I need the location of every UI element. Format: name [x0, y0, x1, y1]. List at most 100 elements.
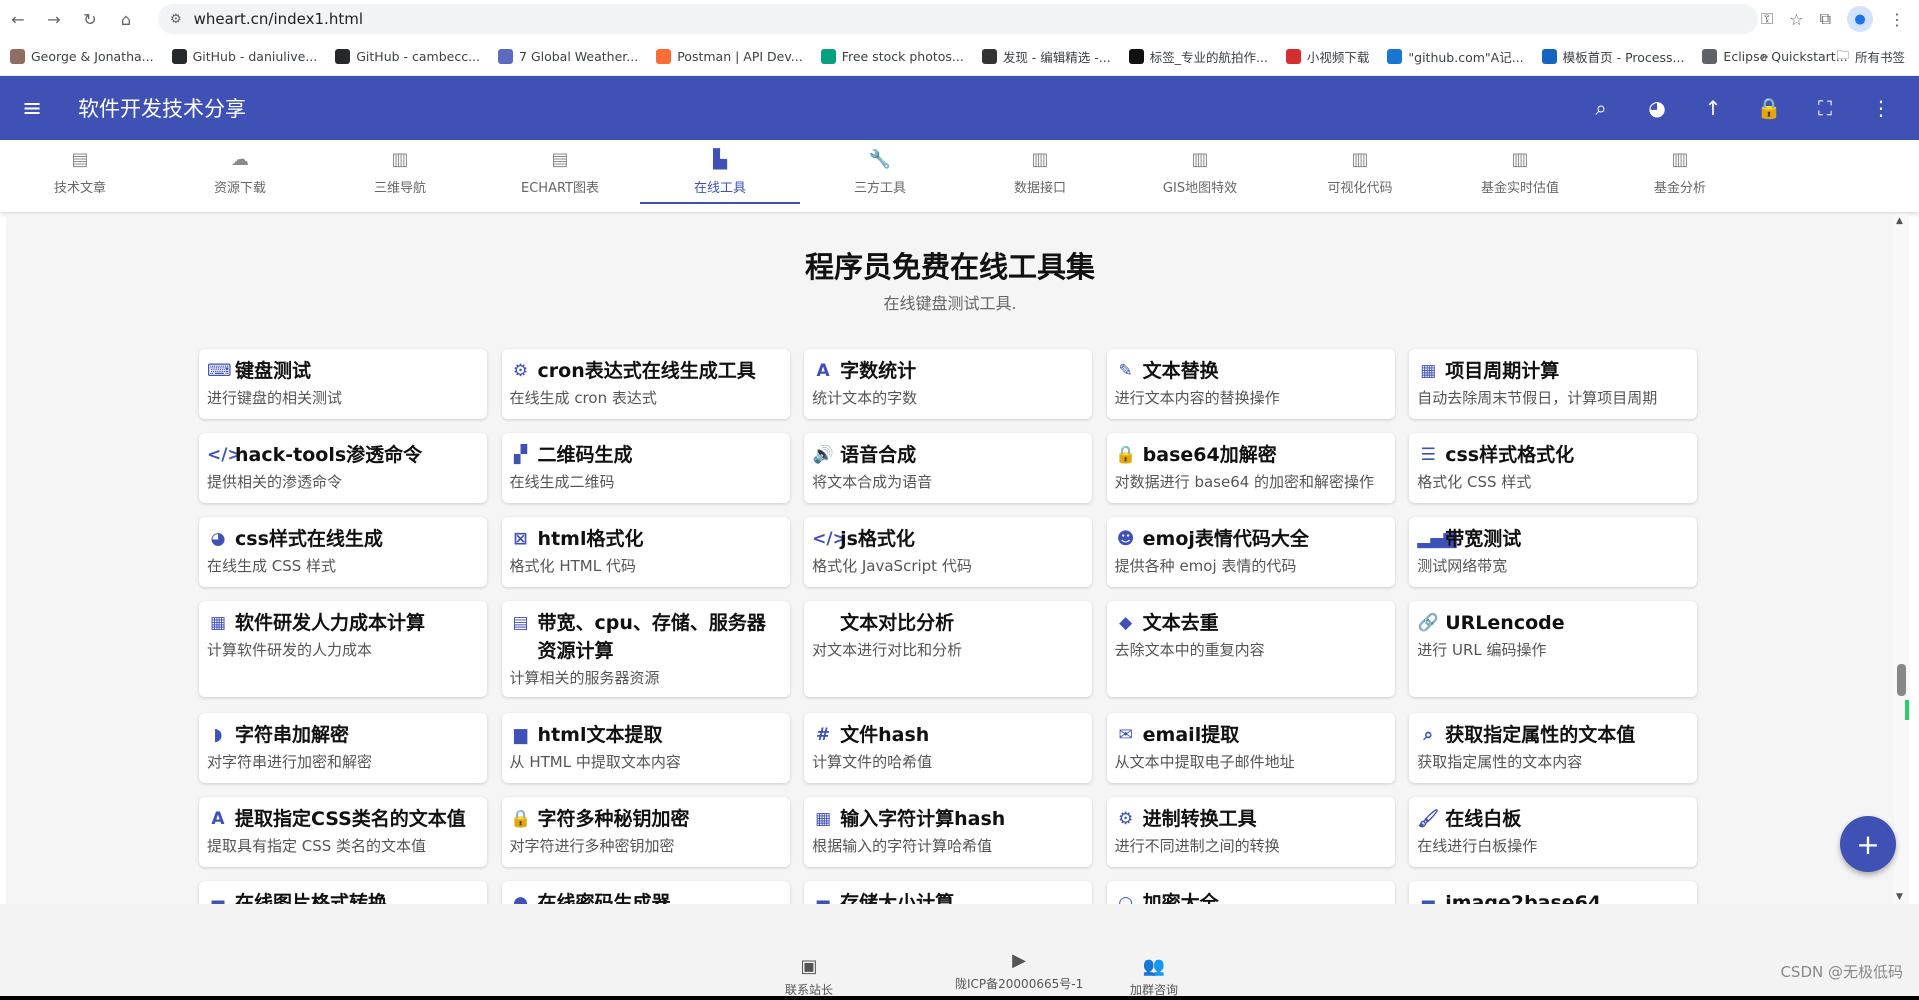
- tool-card[interactable]: 🔗 URLencode 进行 URL 编码操作: [1409, 601, 1698, 697]
- tool-card[interactable]: 🖌 在线白板 在线进行白板操作: [1409, 797, 1698, 867]
- tool-card[interactable]: # 文件hash 计算文件的哈希值: [804, 713, 1093, 783]
- tab-5[interactable]: ▙ 在线工具: [640, 140, 800, 204]
- reload-icon[interactable]: ↻: [72, 1, 108, 37]
- tab-8[interactable]: ▥ GIS地图特效: [1120, 140, 1280, 204]
- tool-card-title-text: 提取指定CSS类名的文本值: [235, 808, 466, 830]
- tool-card-title: ▂▄▆ 带宽测试: [1417, 525, 1689, 553]
- back-icon[interactable]: ←: [0, 1, 36, 37]
- password-key-icon[interactable]: ⚿: [1761, 9, 1773, 29]
- more-vert-icon[interactable]: ⋮: [1853, 96, 1909, 120]
- tab-6[interactable]: 🔧 三方工具: [800, 140, 960, 204]
- tool-card[interactable]: 🔒 base64加解密 对数据进行 base64 的加密和解密操作: [1106, 433, 1395, 503]
- link-icon: 🔗: [1417, 613, 1439, 633]
- add-fab-button[interactable]: +: [1840, 816, 1896, 872]
- tool-card[interactable]: ⚙ cron表达式在线生成工具 在线生成 cron 表达式: [501, 349, 790, 419]
- arrow-up-icon[interactable]: ↑: [1685, 96, 1741, 120]
- hamburger-menu-icon[interactable]: ≡: [0, 94, 64, 122]
- bookmark-item[interactable]: 7 Global Weather...: [498, 49, 638, 64]
- tab-4[interactable]: ▤ ECHART图表: [480, 140, 640, 204]
- tool-card-title-text: 带宽测试: [1445, 528, 1522, 550]
- footer-item[interactable]: ▣ 联系站长: [785, 956, 833, 998]
- scrollbar-thumb[interactable]: [1897, 664, 1906, 696]
- tool-card[interactable]: ◕ css样式在线生成 在线生成 CSS 样式: [199, 517, 487, 587]
- bookmark-item[interactable]: Postman | API Dev...: [656, 49, 803, 64]
- tool-card[interactable]: ▂▄▆ 带宽测试 测试网络带宽: [1409, 517, 1698, 587]
- lock-icon[interactable]: 🔒: [1741, 96, 1797, 120]
- url-text[interactable]: wheart.cn/index1.html: [194, 10, 363, 28]
- search-icon[interactable]: ⌕: [1573, 96, 1629, 120]
- tool-card[interactable]: A 字数统计 统计文本的字数: [804, 349, 1093, 419]
- tool-card[interactable]: ⌨ 键盘测试 进行键盘的相关测试: [199, 349, 487, 419]
- tool-card[interactable]: ▦ 输入字符计算hash 根据输入的字符计算哈希值: [804, 797, 1093, 867]
- tool-card[interactable]: ◆ 文本去重 去除文本中的重复内容: [1106, 601, 1395, 697]
- tool-card[interactable]: ▆ html文本提取从 HTML 中提取文本内容: [501, 713, 790, 783]
- tab-7[interactable]: ▥ 数据接口: [960, 140, 1120, 204]
- fullscreen-icon[interactable]: ⛶: [1797, 96, 1853, 120]
- scroll-down-arrow-icon[interactable]: ▼: [1896, 892, 1903, 902]
- chart-icon: ▥: [391, 148, 409, 170]
- tool-card[interactable]: ◗ 字符串加解密 对字符串进行加密和解密: [199, 713, 487, 783]
- tool-card-title: </> hack-tools渗透命令: [207, 441, 479, 469]
- profile-avatar[interactable]: ●: [1847, 6, 1873, 32]
- bookmark-item[interactable]: 标签_专业的航拍作...: [1128, 47, 1268, 66]
- tool-card[interactable]: 文本对比分析 对文本进行对比和分析: [804, 601, 1093, 697]
- tool-card-title-text: 存储大小计算: [840, 892, 955, 904]
- tool-card[interactable]: ▬ 在线图片格式转换: [199, 881, 487, 904]
- tool-card[interactable]: A 提取指定CSS类名的文本值 提取具有指定 CSS 类名的文本值: [199, 797, 487, 867]
- tool-card[interactable]: ▬ 存储大小计算: [804, 881, 1093, 904]
- tool-card[interactable]: ▬ image2base64: [1409, 881, 1698, 904]
- tool-card[interactable]: ✎ 文本替换 进行文本内容的替换操作: [1106, 349, 1395, 419]
- extensions-icon[interactable]: ⧉: [1820, 9, 1831, 29]
- bookmark-item[interactable]: 发现 - 编辑精选 -...: [981, 47, 1111, 66]
- forward-icon[interactable]: →: [36, 1, 72, 37]
- bookmark-item[interactable]: GitHub - cambecc...: [335, 49, 480, 64]
- home-icon[interactable]: ⌂: [108, 1, 144, 37]
- all-bookmarks-folder[interactable]: 🗀 所有书签: [1836, 46, 1905, 67]
- tab-3[interactable]: ▥ 三维导航: [320, 140, 480, 204]
- tab-11[interactable]: ▥ 基金分析: [1600, 140, 1760, 204]
- bookmark-item[interactable]: GitHub - daniulive...: [171, 49, 317, 64]
- bookmark-item[interactable]: 小视频下载: [1285, 47, 1369, 66]
- tool-card[interactable]: 🔊 语音合成 将文本合成为语音: [804, 433, 1093, 503]
- site-info-icon[interactable]: ⚙: [170, 12, 182, 27]
- tool-card[interactable]: </> js格式化 格式化 JavaScript 代码: [804, 517, 1093, 587]
- tool-card[interactable]: ▤ 带宽、cpu、存储、服务器资源计算 计算相关的服务器资源: [501, 601, 790, 697]
- tool-card[interactable]: ☻ emoj表情代码大全 提供各种 emoj 表情的代码: [1106, 517, 1395, 587]
- tool-card[interactable]: ○ 加密大全: [1106, 881, 1395, 904]
- tool-card[interactable]: ⌕ 获取指定属性的文本值 获取指定属性的文本内容: [1409, 713, 1698, 783]
- bookmark-item[interactable]: Free stock photos...: [820, 49, 964, 64]
- tool-card[interactable]: </> hack-tools渗透命令 提供相关的渗透命令: [199, 433, 487, 503]
- tool-card[interactable]: 🔒 字符多种秘钥加密 对字符进行多种密钥加密: [501, 797, 790, 867]
- calendar-icon: ▦: [1420, 361, 1437, 381]
- browser-menu-icon[interactable]: ⋮: [1889, 10, 1905, 29]
- bookmark-item[interactable]: Eclipse Quickstart...: [1702, 49, 1848, 64]
- bookmark-item[interactable]: George & Jonatha...: [10, 49, 154, 64]
- footer-item[interactable]: ▶ 陇ICP备20000665号-1: [955, 950, 1083, 992]
- bookmarks-overflow-icon[interactable]: »: [1760, 49, 1769, 65]
- bookmark-item[interactable]: "github.com"A记...: [1387, 47, 1524, 66]
- footer-item[interactable]: 👥 加群咨询: [1130, 956, 1178, 998]
- tool-card[interactable]: ⚙ 进制转换工具 进行不同进制之间的转换: [1106, 797, 1395, 867]
- tab-1[interactable]: ▤ 技术文章: [0, 140, 160, 204]
- tab-10[interactable]: ▥ 基金实时估值: [1440, 140, 1600, 204]
- scroll-up-arrow-icon[interactable]: ▲: [1896, 216, 1903, 226]
- tool-card-desc: 自动去除周末节假日，计算项目周期: [1417, 389, 1658, 407]
- tool-card-desc: 进行文本内容的替换操作: [1114, 389, 1280, 407]
- page-scrollbar[interactable]: ▲ ▼: [1894, 214, 1909, 904]
- tool-card[interactable]: ☰ css样式格式化 格式化 CSS 样式: [1409, 433, 1698, 503]
- tool-card[interactable]: ▦ 项目周期计算 自动去除周末节假日，计算项目周期: [1409, 349, 1698, 419]
- tab-9[interactable]: ▥ 可视化代码: [1280, 140, 1440, 204]
- envelope-icon: ✉: [1118, 725, 1133, 745]
- bookmark-item[interactable]: 模板首页 - Process...: [1541, 47, 1684, 66]
- star-bookmark-icon[interactable]: ☆: [1789, 10, 1803, 29]
- group-icon: 👥: [1142, 956, 1166, 977]
- tool-card[interactable]: ✉ email提取 从文本中提取电子邮件地址: [1106, 713, 1395, 783]
- tool-card[interactable]: ▦ 软件研发人力成本计算 计算软件研发的人力成本: [199, 601, 487, 697]
- tool-card-title: A 字数统计: [812, 357, 1084, 385]
- address-bar[interactable]: ⚙ wheart.cn/index1.html: [158, 4, 1758, 34]
- tab-2[interactable]: ☁ 资源下载: [160, 140, 320, 204]
- tool-card[interactable]: ● 在线密码生成器: [501, 881, 790, 904]
- tool-card[interactable]: ▞ 二维码生成 在线生成二维码: [501, 433, 790, 503]
- palette-icon[interactable]: ◕: [1629, 96, 1685, 120]
- tool-card[interactable]: ⊠ html格式化 格式化 HTML 代码: [501, 517, 790, 587]
